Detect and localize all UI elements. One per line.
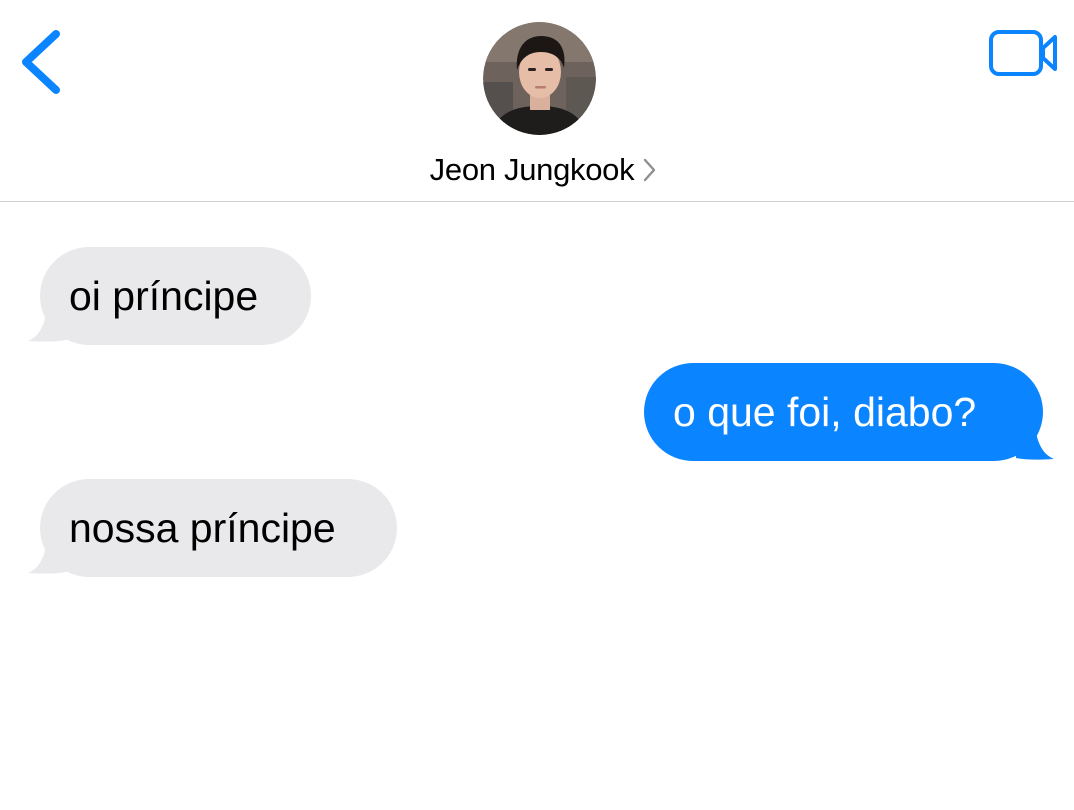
contact-name-button[interactable]: Jeon Jungkook — [0, 150, 1074, 190]
contact-avatar[interactable] — [483, 22, 596, 135]
contact-photo — [483, 22, 596, 135]
back-button[interactable] — [14, 24, 74, 100]
message-text: oi príncipe — [69, 273, 259, 319]
message-bubble-received[interactable]: oi príncipe — [40, 247, 311, 345]
message-text: nossa príncipe — [69, 505, 336, 551]
video-call-button[interactable] — [984, 24, 1064, 84]
message-bubble-sent[interactable]: o que foi, diabo? — [644, 363, 1043, 461]
video-camera-icon — [989, 30, 1057, 76]
chevron-right-icon — [644, 158, 656, 182]
message-bubble-received[interactable]: nossa príncipe — [40, 479, 397, 577]
message-text: o que foi, diabo? — [673, 389, 977, 435]
contact-name: Jeon Jungkook — [429, 152, 635, 187]
chevron-left-icon — [22, 30, 60, 94]
conversation-header: Jeon Jungkook — [0, 0, 1074, 202]
